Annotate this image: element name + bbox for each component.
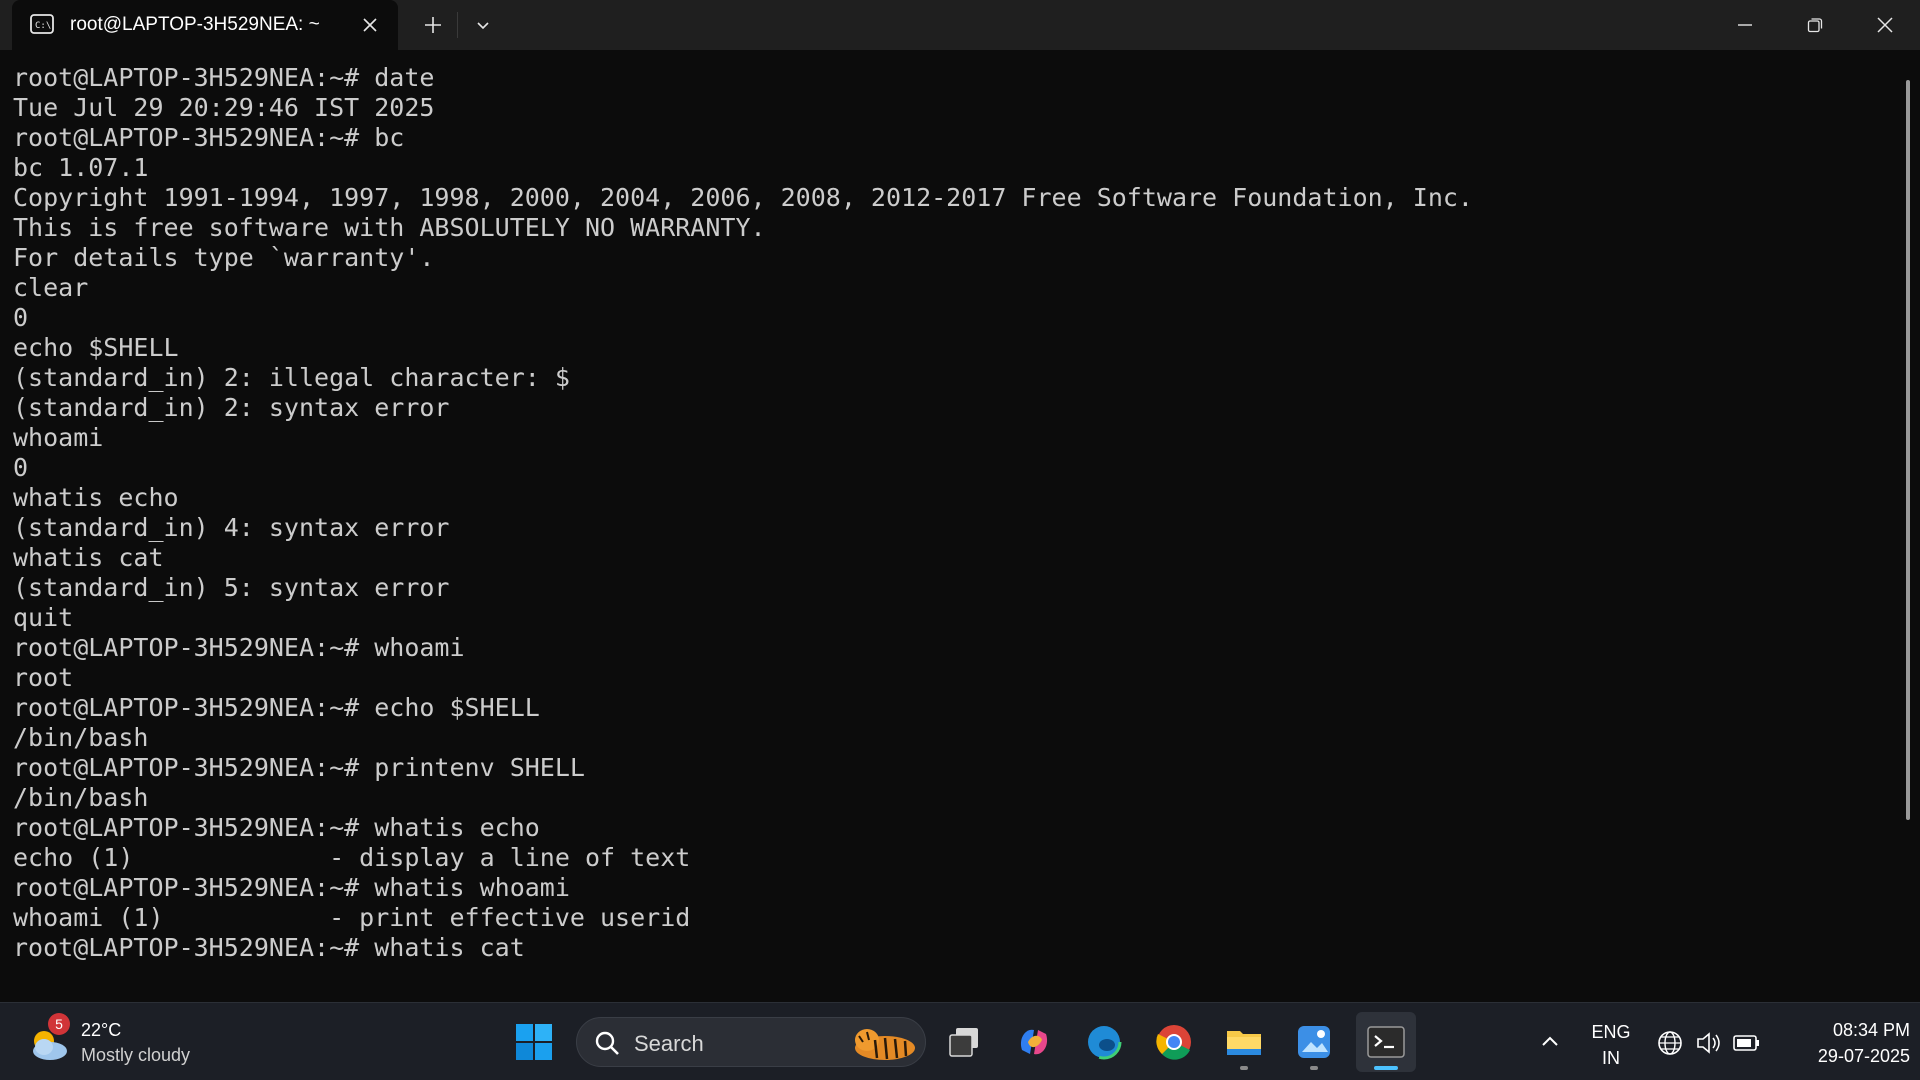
tiger-icon: [855, 1029, 915, 1060]
terminal-line: root@LAPTOP-3H529NEA:~# whatis echo: [13, 813, 540, 842]
edge-button[interactable]: [1074, 1012, 1134, 1072]
terminal-tab-icon: C:\: [30, 14, 54, 34]
terminal-line: 0: [13, 303, 29, 332]
terminal-line: whoami: [13, 423, 104, 452]
photos-button[interactable]: [1284, 1012, 1344, 1072]
terminal-line: echo $SHELL: [13, 333, 179, 362]
terminal-line: root@LAPTOP-3H529NEA:~# echo $SHELL: [13, 693, 540, 722]
weather-condition: Mostly cloudy: [81, 1045, 191, 1065]
terminal-line: root@LAPTOP-3H529NEA:~# whatis whoami: [13, 873, 570, 902]
terminal-line: Copyright 1991-1994, 1997, 1998, 2000, 2…: [13, 183, 1473, 212]
terminal-line: root@LAPTOP-3H529NEA:~# printenv SHELL: [13, 753, 585, 782]
terminal-line: whatis cat: [13, 543, 164, 572]
tab-terminal[interactable]: C:\ root@LAPTOP-3H529NEA: ~: [12, 0, 398, 50]
terminal-line: This is free software with ABSOLUTELY NO…: [13, 213, 766, 242]
chevron-down-icon: [477, 22, 489, 30]
battery-icon: [1733, 1035, 1759, 1051]
open-indicator: [1240, 1066, 1248, 1070]
terminal-line: root@LAPTOP-3H529NEA:~# date: [13, 63, 435, 92]
system-tray[interactable]: [1656, 1028, 1766, 1058]
tab-title: root@LAPTOP-3H529NEA: ~: [70, 14, 320, 35]
clock-time: 08:34 PM: [1832, 1020, 1910, 1040]
terminal-line: whoami (1) - print effective userid: [13, 903, 691, 932]
title-bar: C:\ root@LAPTOP-3H529NEA: ~: [0, 0, 1920, 50]
terminal-taskbar-button[interactable]: [1356, 1012, 1416, 1072]
chrome-icon: [1156, 1025, 1191, 1060]
terminal-line: bc 1.07.1: [13, 153, 149, 182]
terminal-line: 0: [13, 453, 29, 482]
new-tab-button[interactable]: [408, 0, 458, 50]
terminal-line: Tue Jul 29 20:29:46 IST 2025: [13, 93, 435, 122]
terminal-line: (standard_in) 2: syntax error: [13, 393, 450, 422]
windows-start-icon: [516, 1024, 552, 1060]
active-indicator: [1374, 1066, 1398, 1070]
language-indicator[interactable]: ENG IN: [1588, 1019, 1634, 1071]
terminal-line: quit: [13, 603, 74, 632]
terminal-window: C:\ root@LAPTOP-3H529NEA: ~ root@LAPTOP-…: [0, 0, 1920, 1002]
terminal-output[interactable]: root@LAPTOP-3H529NEA:~# date Tue Jul 29 2…: [0, 50, 1900, 1002]
chrome-button[interactable]: [1144, 1012, 1204, 1072]
terminal-line: (standard_in) 2: illegal character: $: [13, 363, 570, 392]
terminal-line: For details type `warranty'.: [13, 243, 435, 272]
terminal-icon: [1367, 1026, 1405, 1058]
task-view-icon: [949, 1028, 978, 1057]
file-explorer-button[interactable]: [1214, 1012, 1274, 1072]
terminal-line: clear: [13, 273, 89, 302]
minimize-icon: [1738, 24, 1752, 26]
clock-date: 29-07-2025: [1817, 1046, 1910, 1066]
taskbar-search[interactable]: Search: [576, 1017, 926, 1067]
copilot-button[interactable]: [1004, 1012, 1064, 1072]
terminal-line: /bin/bash: [13, 783, 149, 812]
weather-temperature: 22°C: [81, 1020, 122, 1040]
terminal-line: (standard_in) 4: syntax error: [13, 513, 450, 542]
weather-badge: 5: [48, 1013, 70, 1035]
region-code: IN: [1602, 1048, 1620, 1068]
task-view-button[interactable]: [934, 1012, 994, 1072]
terminal-line: root@LAPTOP-3H529NEA:~# bc: [13, 123, 405, 152]
copilot-icon: [1020, 1029, 1048, 1055]
search-icon: [595, 1031, 619, 1055]
weather-widget[interactable]: 5 22°C Mostly cloudy: [26, 1013, 226, 1071]
scrollbar[interactable]: [1906, 80, 1910, 820]
network-icon: [1658, 1031, 1682, 1055]
taskbar: 5 22°C Mostly cloudy Search ENG IN 08:34…: [0, 1002, 1920, 1080]
svg-text:C:\: C:\: [35, 21, 51, 31]
restore-button[interactable]: [1780, 0, 1850, 50]
terminal-lines: root@LAPTOP-3H529NEA:~# date Tue Jul 29 2…: [13, 63, 1473, 963]
tab-dropdown-button[interactable]: [458, 0, 508, 50]
folder-icon: [1227, 1031, 1261, 1055]
search-label: Search: [634, 1031, 704, 1056]
terminal-line: root@LAPTOP-3H529NEA:~# whatis cat: [13, 933, 525, 962]
close-tab-icon[interactable]: [358, 13, 382, 37]
restore-icon: [1807, 18, 1823, 33]
edge-icon: [1086, 1024, 1122, 1060]
terminal-line: (standard_in) 5: syntax error: [13, 573, 450, 602]
plus-icon: [425, 17, 441, 33]
language-code: ENG: [1591, 1022, 1631, 1042]
open-indicator: [1310, 1066, 1318, 1070]
terminal-line: /bin/bash: [13, 723, 149, 752]
close-window-button[interactable]: [1850, 0, 1920, 50]
terminal-line: whatis echo: [13, 483, 179, 512]
chevron-up-icon[interactable]: [1536, 1028, 1564, 1056]
volume-icon: [1697, 1032, 1720, 1054]
terminal-line: root: [13, 663, 74, 692]
photos-icon: [1298, 1026, 1330, 1058]
terminal-line: echo (1) - display a line of text: [13, 843, 691, 872]
clock[interactable]: 08:34 PM 29-07-2025: [1780, 1017, 1910, 1069]
terminal-line: root@LAPTOP-3H529NEA:~# whoami: [13, 633, 465, 662]
tray-icons: [1658, 1031, 1759, 1055]
close-icon: [1877, 17, 1893, 33]
minimize-button[interactable]: [1710, 0, 1780, 50]
start-button[interactable]: [504, 1012, 564, 1072]
